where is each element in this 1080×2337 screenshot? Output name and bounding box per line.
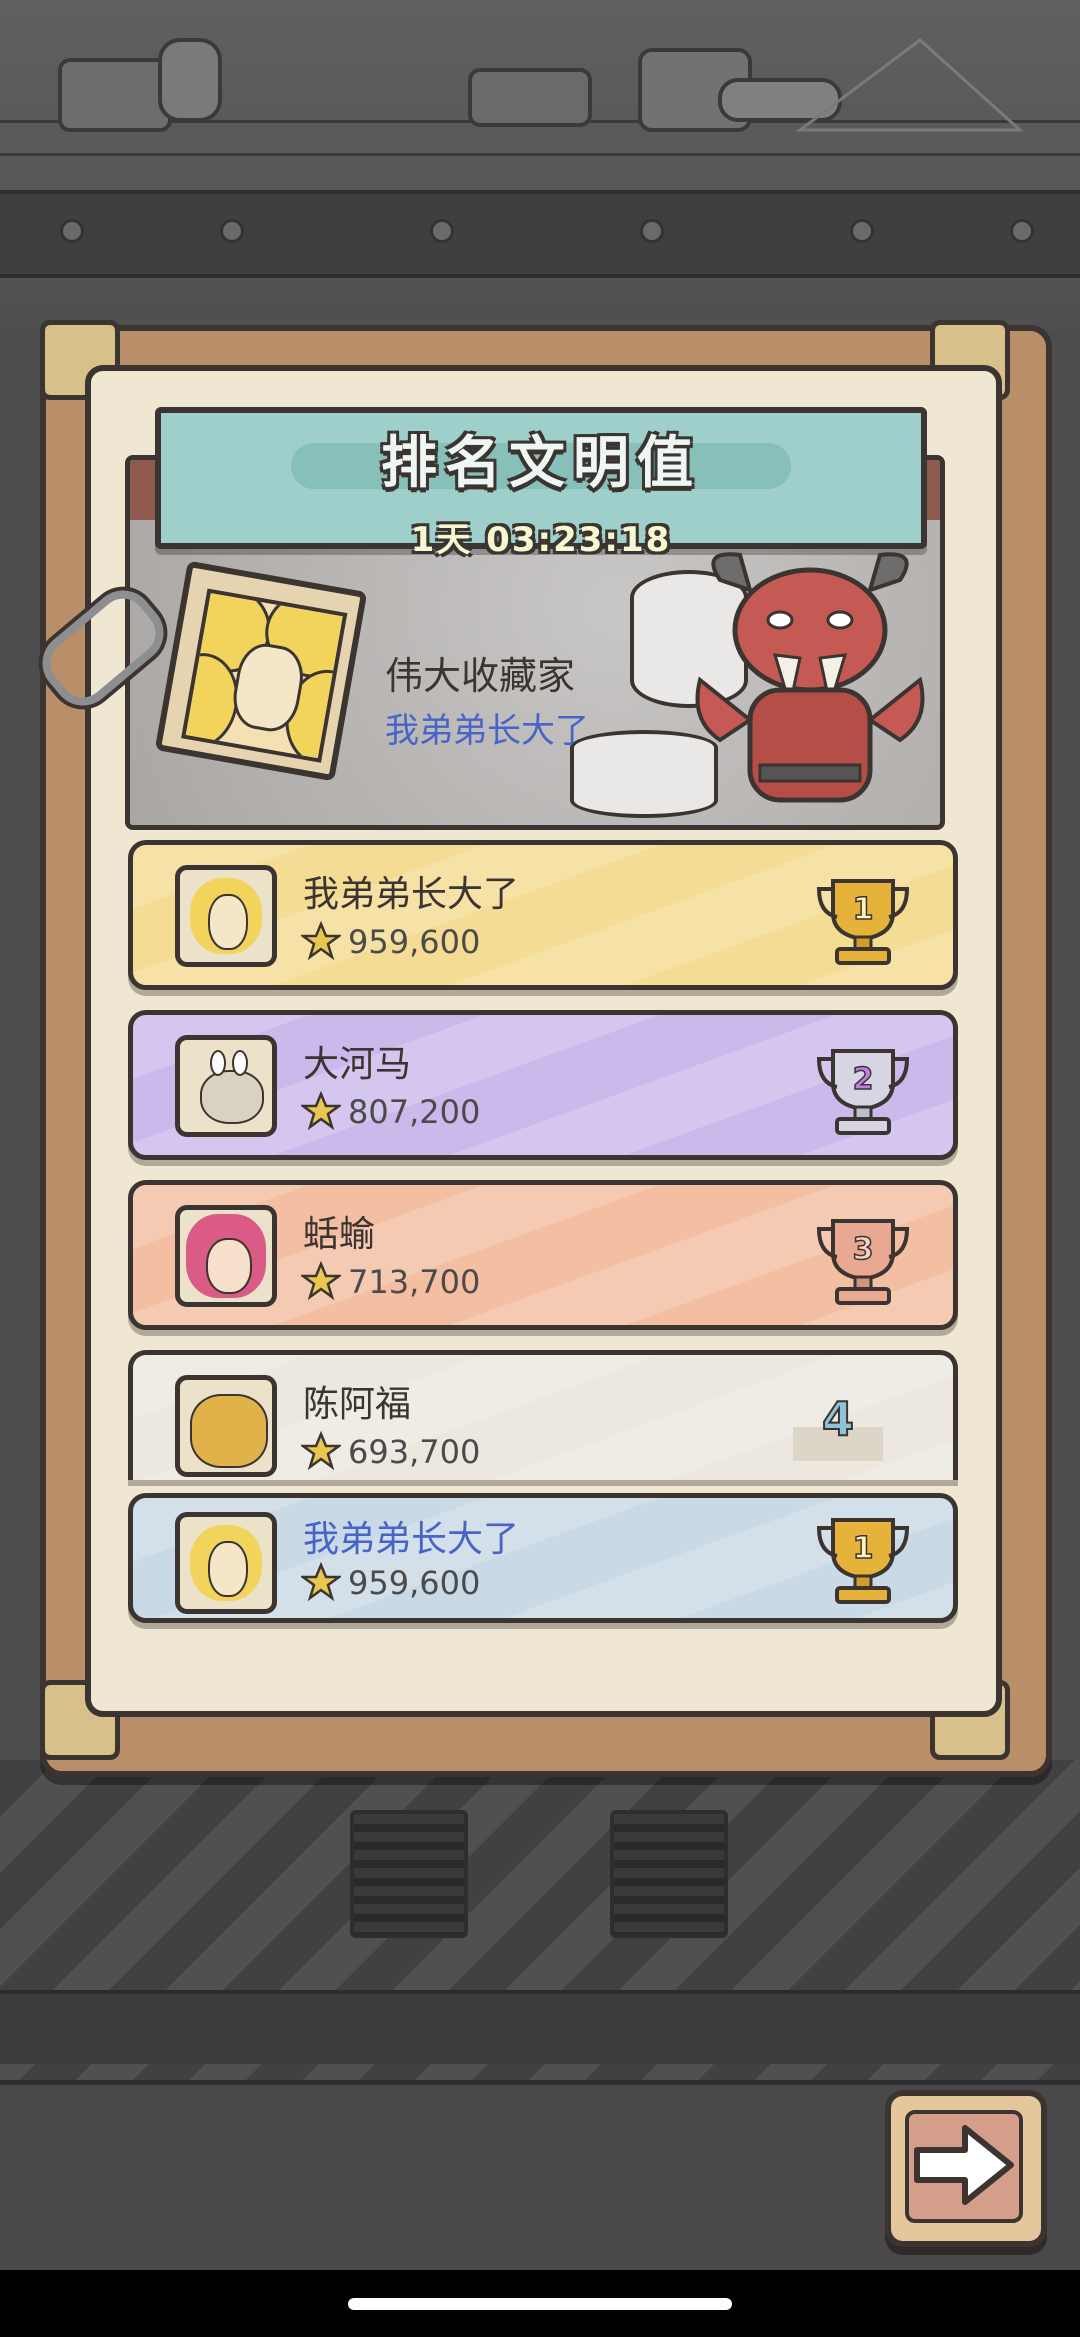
player-name: 陈阿福 bbox=[303, 1384, 412, 1425]
shelf-clutter bbox=[58, 38, 1024, 132]
ranking-row-4[interactable]: 陈阿福 693,700 4 bbox=[128, 1350, 958, 1480]
svg-text:2: 2 bbox=[853, 1062, 874, 1097]
svg-text:1: 1 bbox=[853, 892, 874, 927]
collector-portrait bbox=[154, 560, 368, 782]
avatar bbox=[175, 1205, 277, 1307]
cabinet-base bbox=[0, 1990, 1080, 2064]
svg-text:4: 4 bbox=[822, 1392, 854, 1446]
ranking-row-2[interactable]: 大河马 807,200 2 bbox=[128, 1010, 958, 1160]
player-score: 693,700 bbox=[348, 1433, 481, 1471]
trophy-icon: 1 bbox=[816, 1518, 910, 1604]
bolt bbox=[60, 219, 84, 243]
my-ranking-row[interactable]: 我弟弟长大了 959,600 1 bbox=[128, 1493, 958, 1623]
star-icon bbox=[301, 1562, 341, 1602]
star-icon bbox=[301, 1261, 341, 1301]
background-cabinet bbox=[0, 1760, 1080, 2080]
svg-text:1: 1 bbox=[853, 1531, 874, 1566]
avatar bbox=[175, 865, 277, 967]
background-metal-band bbox=[0, 190, 1080, 278]
player-name: 我弟弟长大了 bbox=[303, 1519, 520, 1560]
vent bbox=[610, 1810, 728, 1938]
rank-badge: 4 bbox=[793, 1391, 883, 1461]
vent bbox=[350, 1810, 468, 1938]
background-shelf bbox=[0, 0, 1080, 330]
player-score: 959,600 bbox=[348, 923, 481, 961]
star-icon bbox=[301, 921, 341, 961]
home-indicator[interactable] bbox=[348, 2298, 732, 2310]
ranking-row-3[interactable]: 蛞蝓 713,700 3 bbox=[128, 1180, 958, 1330]
svg-text:3: 3 bbox=[853, 1232, 874, 1267]
bolt bbox=[220, 219, 244, 243]
collector-name[interactable]: 我弟弟长大了 bbox=[385, 703, 589, 752]
player-name: 大河马 bbox=[303, 1044, 412, 1085]
avatar bbox=[181, 588, 348, 763]
bolt bbox=[430, 219, 454, 243]
bolt bbox=[850, 219, 874, 243]
player-score: 959,600 bbox=[348, 1564, 481, 1602]
player-name: 我弟弟长大了 bbox=[303, 874, 520, 915]
trophy-icon: 2 bbox=[816, 1049, 910, 1135]
star-icon bbox=[301, 1091, 341, 1131]
collector-title: 伟大收藏家 bbox=[385, 654, 576, 698]
next-button[interactable] bbox=[885, 2090, 1047, 2247]
ranking-row-1[interactable]: 我弟弟长大了 959,600 1 bbox=[128, 840, 958, 990]
monster-illustration bbox=[695, 552, 925, 803]
avatar bbox=[175, 1035, 277, 1137]
avatar bbox=[175, 1375, 277, 1477]
trophy-icon: 1 bbox=[816, 879, 910, 965]
player-score: 713,700 bbox=[348, 1263, 481, 1301]
avatar bbox=[175, 1512, 277, 1614]
trophy-icon: 3 bbox=[816, 1219, 910, 1305]
page-title: 排名文明值 bbox=[381, 431, 701, 496]
bolt bbox=[640, 219, 664, 243]
star-icon bbox=[301, 1431, 341, 1471]
bolt bbox=[1010, 219, 1034, 243]
player-score: 807,200 bbox=[348, 1093, 481, 1131]
arrow-right-icon bbox=[914, 2125, 1014, 2205]
player-name: 蛞蝓 bbox=[303, 1214, 376, 1255]
